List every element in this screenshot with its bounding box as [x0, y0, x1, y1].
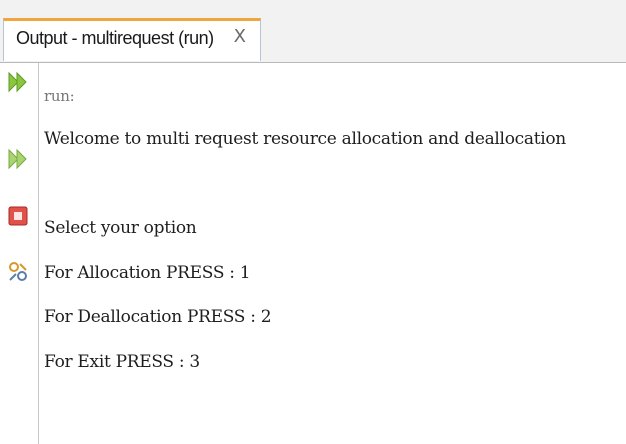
- rerun-icon: [8, 71, 27, 93]
- settings-icon: [9, 262, 27, 281]
- settings-button[interactable]: [6, 259, 30, 285]
- rerun-with-options-icon: [8, 148, 27, 170]
- run-line: run:: [44, 87, 75, 105]
- stop-button[interactable]: [6, 203, 30, 229]
- tab-output-multirequest[interactable]: Output - multirequest (run) X: [3, 18, 261, 61]
- close-icon[interactable]: X: [234, 26, 246, 47]
- rerun-with-options-button[interactable]: [6, 146, 30, 172]
- stop-icon: [8, 206, 28, 226]
- tab-title: Output - multirequest (run): [16, 28, 214, 48]
- console-output[interactable]: run: Welcome to multi request resource a…: [44, 63, 626, 444]
- tab-strip: Output - multirequest (run) X: [0, 0, 626, 63]
- output-window: Output - multirequest (run) X run: Welco…: [0, 0, 626, 444]
- output-line: For Deallocation PRESS : 2: [44, 307, 272, 327]
- output-line: For Exit PRESS : 3: [44, 352, 200, 372]
- output-toolbar: [0, 63, 39, 444]
- output-line: For Allocation PRESS : 1: [44, 263, 251, 283]
- output-line: Welcome to multi request resource alloca…: [44, 129, 566, 149]
- output-line: Select your option: [44, 218, 197, 238]
- rerun-button[interactable]: [6, 69, 30, 95]
